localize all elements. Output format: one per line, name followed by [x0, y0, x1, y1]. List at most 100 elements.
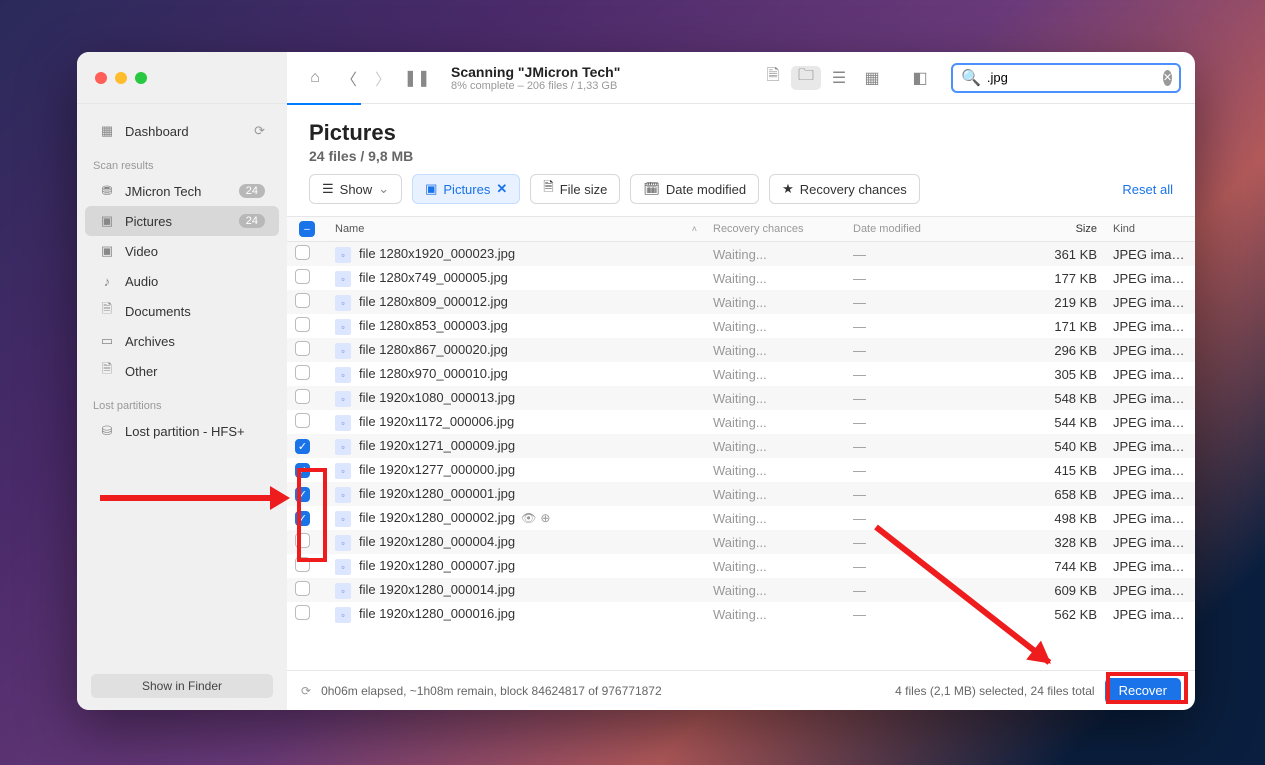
sidebar-item-label: Documents: [125, 304, 265, 319]
search-field[interactable]: 🔍 ✕: [951, 63, 1181, 93]
row-kind: JPEG ima…: [1105, 295, 1195, 310]
sidebar-toggle-icon[interactable]: ◧: [905, 66, 935, 90]
row-checkbox[interactable]: [287, 293, 327, 311]
row-size: 609 KB: [1015, 583, 1105, 598]
row-kind: JPEG ima…: [1105, 439, 1195, 454]
table-row[interactable]: ▫file 1280x1920_000023.jpg Waiting... — …: [287, 242, 1195, 266]
row-kind: JPEG ima…: [1105, 415, 1195, 430]
table-row[interactable]: ▫file 1920x1280_000001.jpg Waiting... — …: [287, 482, 1195, 506]
row-date: —: [845, 439, 1015, 454]
row-kind: JPEG ima…: [1105, 511, 1195, 526]
minimize-icon[interactable]: [115, 72, 127, 84]
row-checkbox[interactable]: [287, 317, 327, 335]
row-size: 544 KB: [1015, 415, 1105, 430]
table-row[interactable]: ▫file 1920x1080_000013.jpg Waiting... — …: [287, 386, 1195, 410]
table-row[interactable]: ▫file 1280x970_000010.jpg Waiting... — 3…: [287, 362, 1195, 386]
close-icon[interactable]: [95, 72, 107, 84]
table-row[interactable]: ▫file 1920x1280_000002.jpg👁⊕ Waiting... …: [287, 506, 1195, 530]
col-size[interactable]: Size: [1015, 223, 1105, 235]
row-recovery: Waiting...: [705, 559, 845, 574]
col-recovery[interactable]: Recovery chances: [705, 223, 845, 235]
sidebar-item-icon: ▣: [99, 213, 115, 229]
row-size: 361 KB: [1015, 247, 1105, 262]
annotation-box-checkboxes: [297, 468, 327, 562]
date-filter[interactable]: 🗓 Date modified: [630, 174, 759, 204]
remove-filter-icon[interactable]: ✕: [496, 181, 507, 197]
search-icon: 🔍: [961, 68, 981, 88]
clear-search-icon[interactable]: ✕: [1163, 70, 1172, 86]
reset-all-link[interactable]: Reset all: [1122, 182, 1173, 197]
sidebar-item[interactable]: ▣ Pictures 24: [85, 206, 279, 236]
table-row[interactable]: ▫file 1920x1280_000014.jpg Waiting... — …: [287, 578, 1195, 602]
file-type-icon: ▫: [335, 439, 351, 455]
back-button[interactable]: 〈: [335, 64, 363, 92]
row-checkbox[interactable]: [287, 269, 327, 287]
pictures-filter[interactable]: ▣ Pictures ✕: [412, 174, 520, 204]
sidebar-item[interactable]: ▣ Video: [85, 236, 279, 266]
show-in-finder-button[interactable]: Show in Finder: [91, 674, 273, 698]
filter-settings-icon: ☰: [322, 181, 334, 197]
table-row[interactable]: ▫file 1920x1271_000009.jpg Waiting... — …: [287, 434, 1195, 458]
file-type-icon: ▫: [335, 559, 351, 575]
file-type-icon: ▫: [335, 295, 351, 311]
select-all-checkbox[interactable]: –: [287, 221, 327, 237]
row-filename: ▫file 1920x1172_000006.jpg: [327, 414, 705, 431]
recovery-filter[interactable]: ★ Recovery chances: [769, 174, 920, 204]
search-input[interactable]: [987, 70, 1163, 85]
table-row[interactable]: ▫file 1920x1280_000016.jpg Waiting... — …: [287, 602, 1195, 626]
hex-icon[interactable]: ⊕: [540, 511, 550, 525]
table-row[interactable]: ▫file 1920x1280_000004.jpg Waiting... — …: [287, 530, 1195, 554]
table-row[interactable]: ▫file 1920x1172_000006.jpg Waiting... — …: [287, 410, 1195, 434]
zoom-icon[interactable]: [135, 72, 147, 84]
table-row[interactable]: ▫file 1280x749_000005.jpg Waiting... — 1…: [287, 266, 1195, 290]
sidebar-item[interactable]: 🗎 Documents: [85, 296, 279, 326]
row-size: 171 KB: [1015, 319, 1105, 334]
sidebar-item[interactable]: 🗎 Other: [85, 356, 279, 386]
row-checkbox[interactable]: [287, 438, 327, 454]
sidebar-item[interactable]: ♪ Audio: [85, 266, 279, 296]
row-checkbox[interactable]: [287, 413, 327, 431]
row-date: —: [845, 247, 1015, 262]
row-checkbox[interactable]: [287, 245, 327, 263]
row-recovery: Waiting...: [705, 415, 845, 430]
row-checkbox[interactable]: [287, 365, 327, 383]
row-size: 498 KB: [1015, 511, 1105, 526]
sidebar-item-icon: 🗎: [99, 300, 115, 322]
row-checkbox[interactable]: [287, 605, 327, 623]
list-view-icon[interactable]: ☰: [824, 66, 854, 90]
sidebar-item[interactable]: ⛁ Lost partition - HFS+: [85, 416, 279, 446]
folder-view-icon[interactable]: 🗀: [791, 66, 821, 90]
col-name[interactable]: Name˄: [327, 223, 705, 235]
preview-icon[interactable]: 👁: [521, 511, 536, 525]
row-checkbox[interactable]: [287, 389, 327, 407]
table-row[interactable]: ▫file 1280x853_000003.jpg Waiting... — 1…: [287, 314, 1195, 338]
table-row[interactable]: ▫file 1920x1280_000007.jpg Waiting... — …: [287, 554, 1195, 578]
row-checkbox[interactable]: [287, 581, 327, 599]
sidebar-dashboard[interactable]: ▦ Dashboard ⟳: [85, 116, 279, 146]
row-checkbox[interactable]: [287, 341, 327, 359]
show-filter[interactable]: ☰ Show ⌄: [309, 174, 402, 204]
sidebar-item-label: Video: [125, 244, 265, 259]
row-filename: ▫file 1280x867_000020.jpg: [327, 342, 705, 359]
scan-title: Scanning "JMicron Tech": [451, 64, 752, 80]
row-date: —: [845, 487, 1015, 502]
pause-button[interactable]: ❚❚: [403, 64, 431, 92]
table-row[interactable]: ▫file 1280x867_000020.jpg Waiting... — 2…: [287, 338, 1195, 362]
sidebar-item[interactable]: ⛃ JMicron Tech 24: [85, 176, 279, 206]
col-kind[interactable]: Kind: [1105, 223, 1195, 235]
titlebar: ⌂ 〈 〉 ❚❚ Scanning "JMicron Tech" 8% comp…: [77, 52, 1195, 104]
row-size: 415 KB: [1015, 463, 1105, 478]
row-filename: ▫file 1920x1280_000007.jpg: [327, 558, 705, 575]
table-row[interactable]: ▫file 1280x809_000012.jpg Waiting... — 2…: [287, 290, 1195, 314]
col-date[interactable]: Date modified: [845, 223, 1015, 235]
row-filename: ▫file 1920x1080_000013.jpg: [327, 390, 705, 407]
table-body[interactable]: ▫file 1280x1920_000023.jpg Waiting... — …: [287, 242, 1195, 670]
sidebar-item-label: JMicron Tech: [125, 184, 229, 199]
sidebar-item[interactable]: ▭ Archives: [85, 326, 279, 356]
grid-view-icon[interactable]: ▦: [857, 66, 887, 90]
home-button[interactable]: ⌂: [301, 64, 329, 92]
table-row[interactable]: ▫file 1920x1277_000000.jpg Waiting... — …: [287, 458, 1195, 482]
file-type-icon: ▫: [335, 319, 351, 335]
filesize-filter[interactable]: 🗎 File size: [530, 174, 620, 204]
file-view-icon[interactable]: 🗎: [758, 66, 788, 90]
